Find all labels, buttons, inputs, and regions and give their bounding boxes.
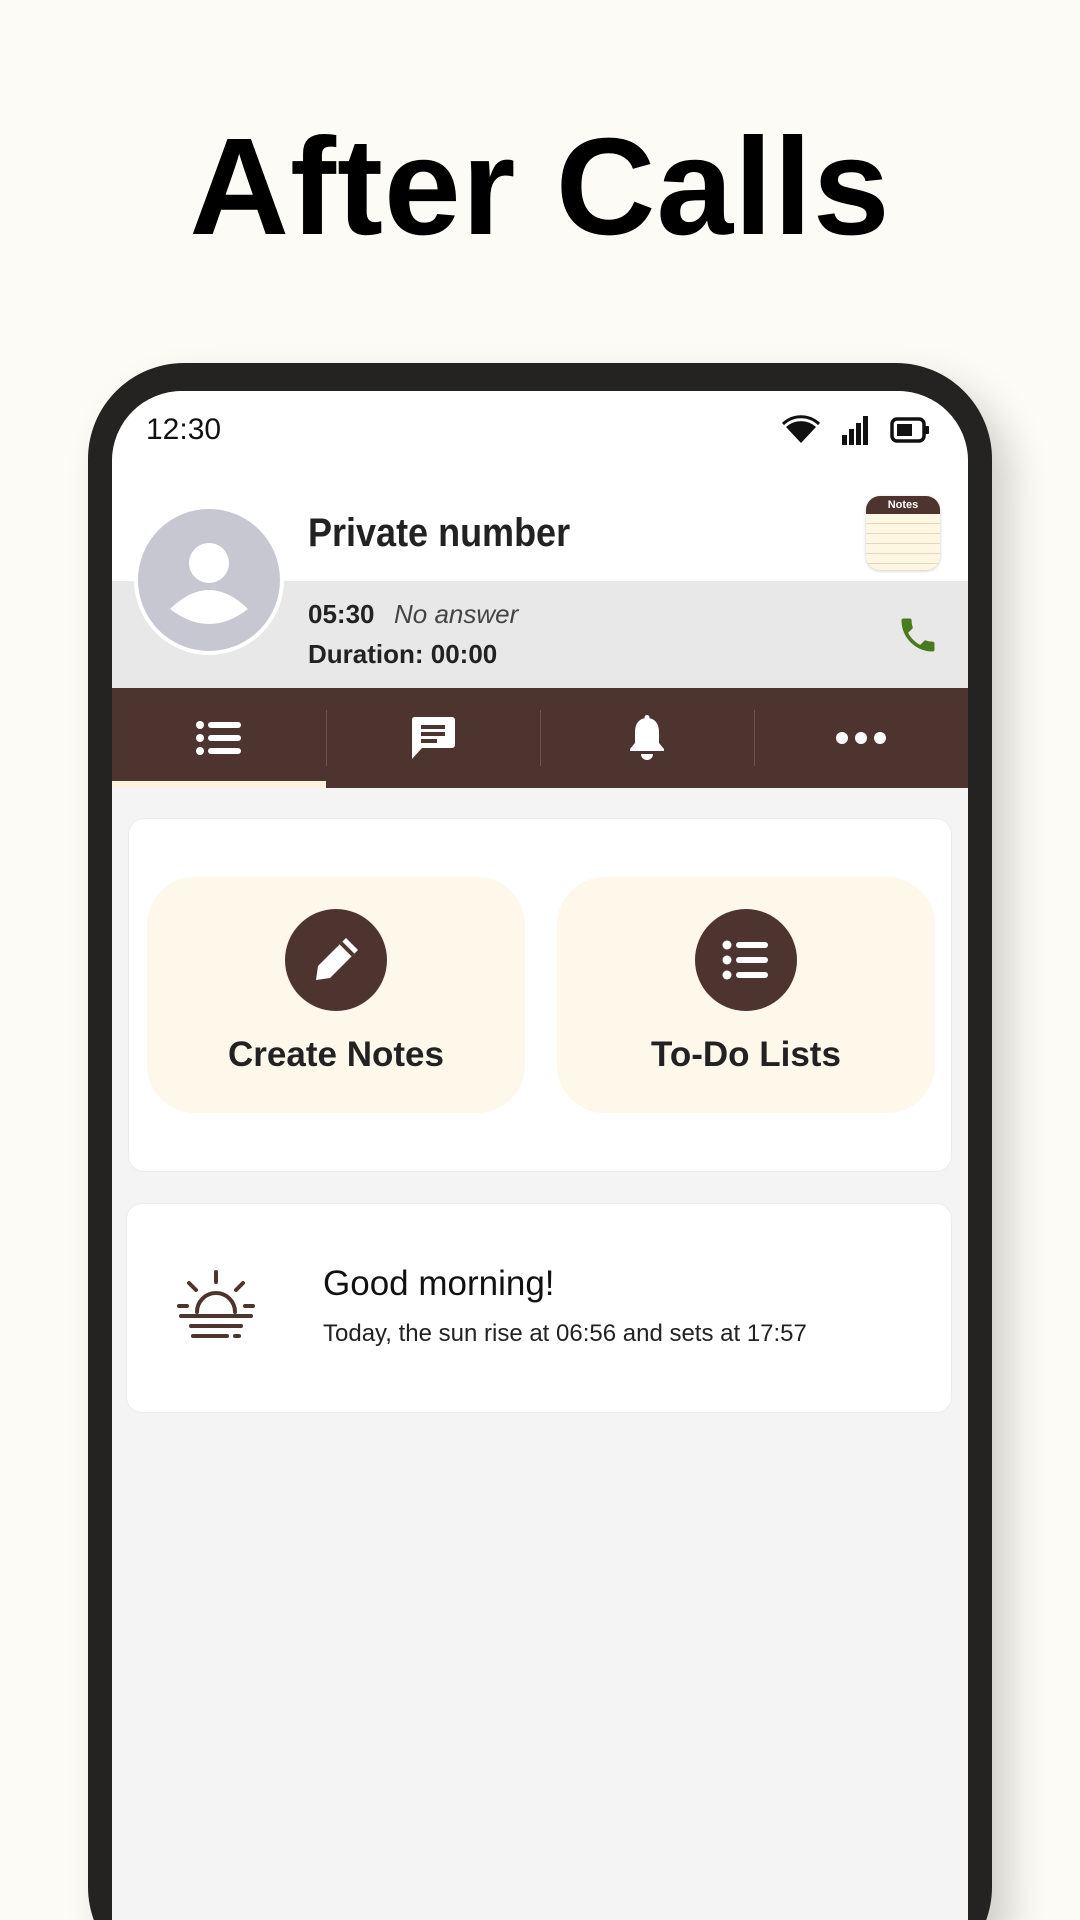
notes-lines: [866, 514, 940, 570]
status-bar: 12:30: [112, 391, 968, 481]
pencil-icon-badge: [285, 909, 387, 1011]
phone-call-icon[interactable]: [896, 613, 940, 657]
create-notes-label: Create Notes: [228, 1035, 444, 1074]
bell-icon: [630, 715, 664, 760]
signal-icon: [842, 416, 868, 445]
checklist-icon-badge: [695, 909, 797, 1011]
more-icon: [836, 732, 886, 744]
todo-lists-label: To-Do Lists: [651, 1035, 841, 1074]
tab-bar: [112, 688, 968, 788]
tab-messages[interactable]: [326, 688, 540, 788]
phone-screen: 12:30 Private number Notes 05:30 No answ…: [112, 391, 968, 1920]
greeting-card: Good morning! Today, the sun rise at 06:…: [126, 1203, 952, 1413]
greeting-text: Today, the sun rise at 06:56 and sets at…: [323, 1320, 807, 1347]
checklist-icon: [722, 940, 768, 980]
caller-name: Private number: [308, 511, 571, 555]
sunrise-icon: [177, 1270, 255, 1338]
greeting-title: Good morning!: [323, 1264, 555, 1303]
pencil-icon: [316, 938, 358, 980]
tab-more[interactable]: [754, 688, 968, 788]
notes-app-icon[interactable]: Notes: [866, 496, 940, 570]
create-notes-button[interactable]: Create Notes: [147, 877, 525, 1113]
quick-actions-card: Create Notes To-Do Lists: [128, 818, 952, 1172]
list-icon: [196, 721, 241, 755]
call-duration: Duration: 00:00: [308, 639, 498, 669]
notes-app-label: Notes: [866, 496, 940, 514]
wifi-icon: [782, 415, 820, 443]
status-icons: [782, 415, 930, 445]
tab-reminders[interactable]: [540, 688, 754, 788]
tab-list[interactable]: [112, 688, 326, 788]
call-status: No answer: [394, 599, 519, 629]
page-headline: After Calls: [189, 110, 891, 264]
todo-lists-button[interactable]: To-Do Lists: [557, 877, 935, 1113]
message-icon: [411, 717, 455, 759]
battery-icon: [890, 417, 929, 443]
status-time: 12:30: [146, 413, 222, 446]
call-time: 05:30: [308, 599, 375, 629]
avatar: [134, 505, 284, 655]
